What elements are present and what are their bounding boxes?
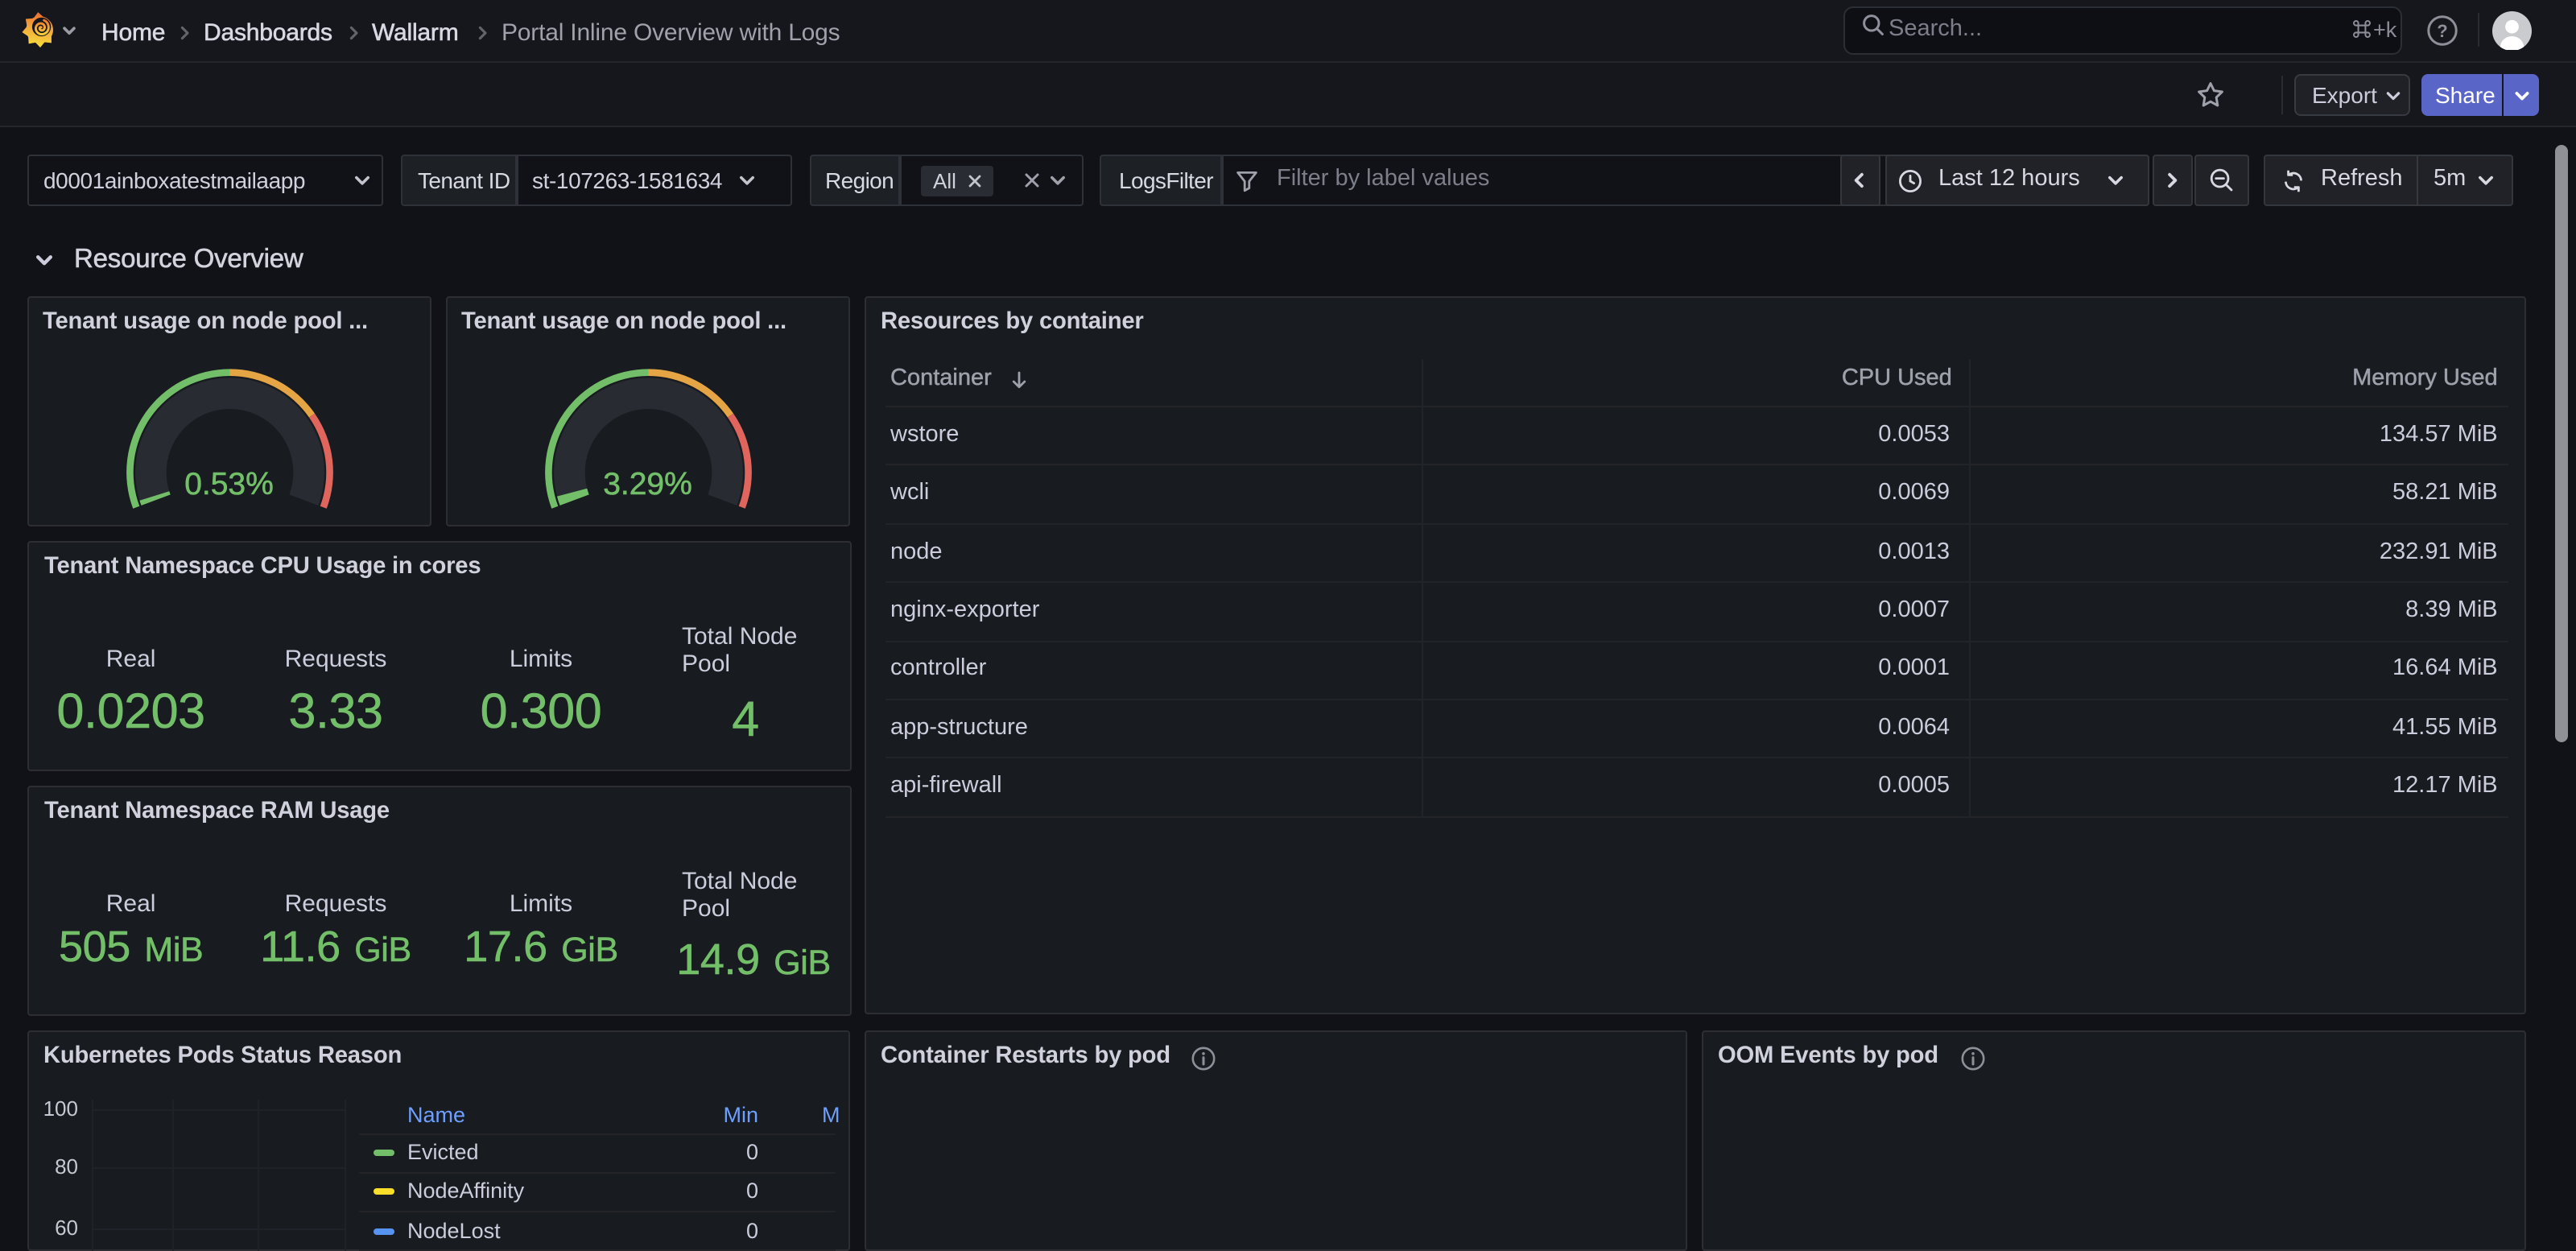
svg-text:?: ? <box>2436 21 2446 41</box>
